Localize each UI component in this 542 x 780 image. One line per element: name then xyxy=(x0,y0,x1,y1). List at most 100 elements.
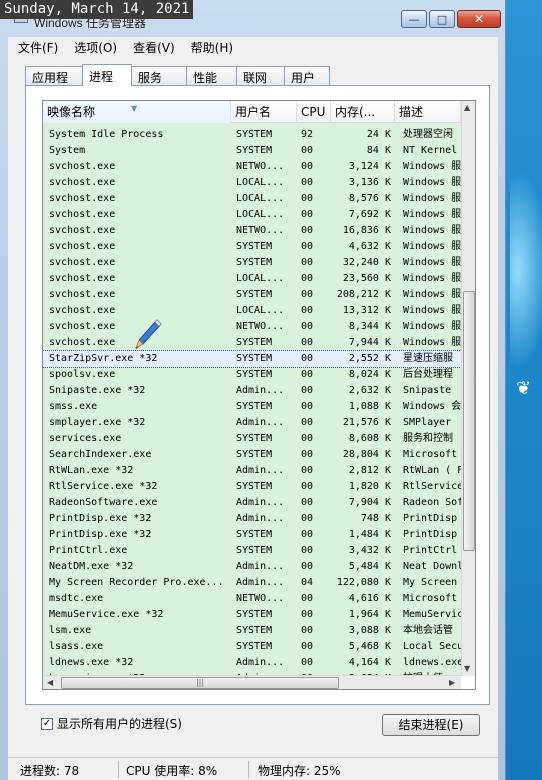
process-row[interactable]: svchost.exe LOCAL... 00 3,136 K Windows 服 xyxy=(43,175,461,191)
process-row[interactable]: svchost.exe NETWO... 00 3,124 K Windows 服 xyxy=(43,159,461,175)
tab-users[interactable]: 用户 xyxy=(284,66,330,86)
process-row[interactable]: smss.exe SYSTEM 00 1,088 K Windows 会 xyxy=(43,399,461,415)
process-description-cell: 服务和控制 xyxy=(403,433,453,444)
process-memory-cell: 7,692 K xyxy=(348,209,391,220)
process-row[interactable]: PrintCtrl.exe SYSTEM 00 3,432 K PrintCtrl xyxy=(43,543,461,559)
process-memory-cell: 5,468 K xyxy=(348,641,391,652)
menu-file[interactable]: 文件(F) xyxy=(18,39,58,56)
process-description-cell: Windows 服 xyxy=(403,177,461,188)
process-memory-cell: 748 K xyxy=(360,513,391,524)
menu-options[interactable]: 选项(O) xyxy=(74,39,117,56)
process-row[interactable]: RadeonSoftware.exe Admin... 00 7,904 K Radeo… xyxy=(43,495,461,511)
minimize-button[interactable]: — xyxy=(401,10,427,28)
process-row[interactable]: svchost.exe LOCAL... 00 13,312 K Windows 服 xyxy=(43,303,461,319)
tab-networking[interactable]: 联网 xyxy=(236,66,285,86)
end-process-button[interactable]: 结束进程(E) xyxy=(382,714,480,736)
process-cpu-cell: 00 xyxy=(301,481,314,492)
process-row[interactable]: SearchIndexer.exe SYSTEM 00 28,804 K Microso… xyxy=(43,447,461,463)
process-row[interactable]: services.exe SYSTEM 00 8,608 K 服务和控制 xyxy=(43,431,461,447)
checkbox-check-icon[interactable]: ✓ xyxy=(41,717,53,730)
vertical-scroll-thumb[interactable] xyxy=(463,291,475,551)
tab-services[interactable]: 服务 xyxy=(131,66,187,86)
process-cpu-cell: 00 xyxy=(301,513,314,524)
process-description-cell: Windows 服 xyxy=(403,193,461,204)
process-description-cell: 本地会话管 xyxy=(403,625,453,636)
horizontal-scrollbar[interactable]: ◀ ||| ▶ xyxy=(43,675,461,689)
process-row[interactable]: RtWLan.exe *32 Admin... 00 2,812 K RtWLan ( … xyxy=(43,463,461,479)
process-cpu-cell: 00 xyxy=(301,497,314,508)
process-memory-cell: 1,088 K xyxy=(348,401,391,412)
process-cpu-cell: 00 xyxy=(301,561,314,572)
process-cpu-cell: 00 xyxy=(301,241,314,252)
horizontal-scroll-thumb[interactable]: ||| xyxy=(61,677,339,689)
process-row[interactable]: msdtc.exe NETWO... 00 4,616 K Microsoft xyxy=(43,591,461,607)
process-cpu-cell: 00 xyxy=(301,289,314,300)
menu-view[interactable]: 查看(V) xyxy=(133,39,175,56)
close-button[interactable]: ✕ xyxy=(457,10,501,28)
column-user-name[interactable]: 用户名 xyxy=(231,101,297,123)
list-header: 映像名称 ▼ 用户名 CPU 内存(... 描述 xyxy=(43,101,461,123)
process-row[interactable]: spoolsv.exe SYSTEM 00 8,024 K 后台处理程 xyxy=(43,367,461,383)
process-row[interactable]: smplayer.exe *32 Admin... 00 21,576 K SMPlay… xyxy=(43,415,461,431)
process-cpu-cell: 00 xyxy=(301,321,314,332)
process-description-cell: 星速压缩服 xyxy=(403,353,453,364)
process-row[interactable]: svchost.exe LOCAL... 00 7,692 K Windows 服 xyxy=(43,207,461,223)
process-user-cell: Admin... xyxy=(236,513,285,524)
process-row[interactable]: svchost.exe NETWO... 00 8,344 K Windows 服 xyxy=(43,319,461,335)
process-row[interactable]: lsm.exe SYSTEM 00 3,088 K 本地会话管 xyxy=(43,623,461,639)
process-row[interactable]: RtlService.exe *32 SYSTEM 00 1,820 K RtlServ… xyxy=(43,479,461,495)
process-row[interactable]: svchost.exe SYSTEM 00 7,944 K Windows 服 xyxy=(43,335,461,351)
menu-help[interactable]: 帮助(H) xyxy=(191,39,233,56)
process-name-cell: svchost.exe xyxy=(49,209,116,220)
process-row[interactable]: svchost.exe NETWO... 00 16,836 K Windows 服 xyxy=(43,223,461,239)
process-row[interactable]: svchost.exe SYSTEM 00 208,212 K Windows 服 xyxy=(43,287,461,303)
process-row[interactable]: svchost.exe LOCAL... 00 23,560 K Windows 服 xyxy=(43,271,461,287)
process-row[interactable]: lsass.exe SYSTEM 00 5,468 K Local Secu xyxy=(43,639,461,655)
process-memory-cell: 3,088 K xyxy=(348,625,391,636)
column-image-name[interactable]: 映像名称 ▼ xyxy=(43,101,231,123)
process-row[interactable]: StarZipSvr.exe *32 SYSTEM 00 2,552 K 星速压缩服 xyxy=(43,350,461,368)
process-row[interactable]: svchost.exe SYSTEM 00 32,240 K Windows 服 xyxy=(43,255,461,271)
process-description-cell: Windows 服 xyxy=(403,241,461,252)
show-all-users-label: 显示所有用户的进程(S) xyxy=(57,717,182,731)
process-name-cell: System Idle Process xyxy=(49,129,164,140)
tab-performance[interactable]: 性能 xyxy=(186,66,237,86)
process-memory-cell: 1,484 K xyxy=(348,529,391,540)
desktop-glow xyxy=(510,170,542,370)
vertical-scrollbar[interactable]: ▲ ▼ xyxy=(461,101,475,676)
process-cpu-cell: 00 xyxy=(301,609,314,620)
scroll-down-icon[interactable]: ▼ xyxy=(464,664,470,673)
process-memory-cell: 208,212 K xyxy=(336,289,391,300)
process-cpu-cell: 00 xyxy=(301,625,314,636)
process-description-cell: Windows 服 xyxy=(403,321,461,332)
process-row[interactable]: My Screen Recorder Pro.exe... Admin... 04 1… xyxy=(43,575,461,591)
process-row[interactable]: NeatDM.exe *32 Admin... 00 5,484 K Neat Down… xyxy=(43,559,461,575)
column-cpu[interactable]: CPU xyxy=(297,101,331,123)
process-description-cell: PrintDisp xyxy=(403,529,458,540)
process-row[interactable]: System SYSTEM 00 84 K NT Kernel xyxy=(43,143,461,159)
tab-processes[interactable]: 进程 xyxy=(82,64,132,86)
scroll-up-icon[interactable]: ▲ xyxy=(464,103,470,112)
column-memory[interactable]: 内存(... xyxy=(331,101,395,123)
process-row[interactable]: Snipaste.exe *32 Admin... 00 2,632 K Snipast… xyxy=(43,383,461,399)
column-description[interactable]: 描述 xyxy=(395,101,461,123)
tab-applications[interactable]: 应用程序 xyxy=(25,66,83,102)
process-row[interactable]: System Idle Process SYSTEM 92 24 K 处理器空闲 xyxy=(43,127,461,143)
process-list[interactable]: 映像名称 ▼ 用户名 CPU 内存(... 描述 System Idle Pro… xyxy=(42,100,476,690)
process-row[interactable]: ldnews.exe *32 Admin... 00 4,164 K ldnews.ex… xyxy=(43,655,461,671)
process-row[interactable]: MemuService.exe *32 SYSTEM 00 1,964 K MemuSe… xyxy=(43,607,461,623)
process-memory-cell: 8,344 K xyxy=(348,321,391,332)
process-memory-cell: 8,608 K xyxy=(348,433,391,444)
process-user-cell: Admin... xyxy=(236,385,285,396)
process-name-cell: smss.exe xyxy=(49,401,98,412)
process-row[interactable]: PrintDisp.exe *32 SYSTEM 00 1,484 K PrintDis… xyxy=(43,527,461,543)
process-row[interactable]: svchost.exe SYSTEM 00 4,632 K Windows 服 xyxy=(43,239,461,255)
scroll-left-icon[interactable]: ◀ xyxy=(47,678,53,687)
process-row[interactable]: PrintDisp.exe *32 Admin... 00 748 K PrintDis… xyxy=(43,511,461,527)
scroll-right-icon[interactable]: ▶ xyxy=(449,678,455,687)
process-description-cell: PrintCtrl xyxy=(403,545,458,556)
maximize-button[interactable]: □ xyxy=(429,10,455,28)
show-all-users-checkbox[interactable]: ✓ 显示所有用户的进程(S) xyxy=(41,715,182,732)
process-user-cell: NETWO... xyxy=(236,321,285,332)
process-row[interactable]: svchost.exe LOCAL... 00 8,576 K Windows 服 xyxy=(43,191,461,207)
